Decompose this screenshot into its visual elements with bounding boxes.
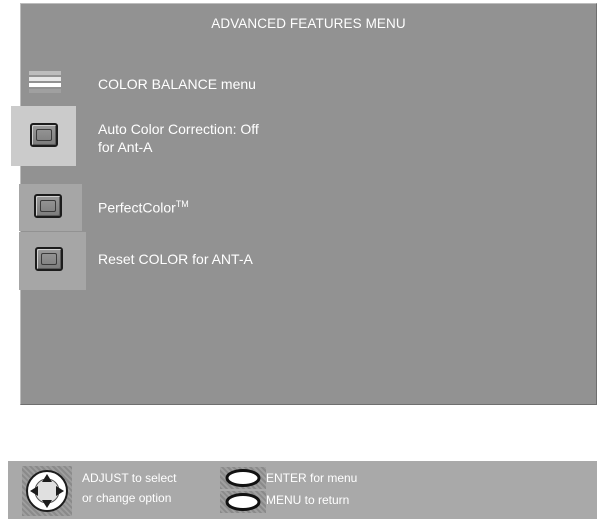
menu-item-auto-color-correction[interactable]: Auto Color Correction: Off for Ant-A <box>11 106 598 166</box>
menu-item-reset-color[interactable]: Reset COLOR for ANT-A <box>19 232 598 292</box>
item-tile <box>19 232 86 290</box>
adjust-hint-line2: or change option <box>82 491 172 505</box>
button-icon <box>35 247 63 271</box>
menu-item-sublabel: for Ant-A <box>98 139 153 155</box>
key-help-bar: ADJUST to select or change option ENTER … <box>8 461 597 519</box>
selected-highlight <box>11 106 76 166</box>
enter-hint: ENTER for menu <box>266 471 358 485</box>
adjust-hint: ADJUST to select <box>82 471 177 485</box>
item-tile <box>19 184 82 231</box>
button-icon <box>34 194 62 218</box>
advanced-features-panel: ADVANCED FEATURES MENU COLOR BALANCE men… <box>11 3 598 405</box>
trademark-mark: TM <box>175 199 189 209</box>
menu-button-icon <box>220 491 266 513</box>
button-icon <box>30 123 58 147</box>
dpad-icon <box>22 466 72 516</box>
menu-item-label: Auto Color Correction: Off <box>98 121 259 137</box>
enter-button-icon <box>220 467 266 489</box>
menu-hint: MENU to return <box>266 493 350 507</box>
menu-title: ADVANCED FEATURES MENU <box>211 16 406 31</box>
menu-item-label: Reset COLOR for ANT-A <box>98 251 253 267</box>
menu-item-label: PerfectColorTM <box>98 199 189 216</box>
menu-item-label: COLOR BALANCE menu <box>98 76 256 92</box>
color-balance-icon <box>29 71 61 93</box>
